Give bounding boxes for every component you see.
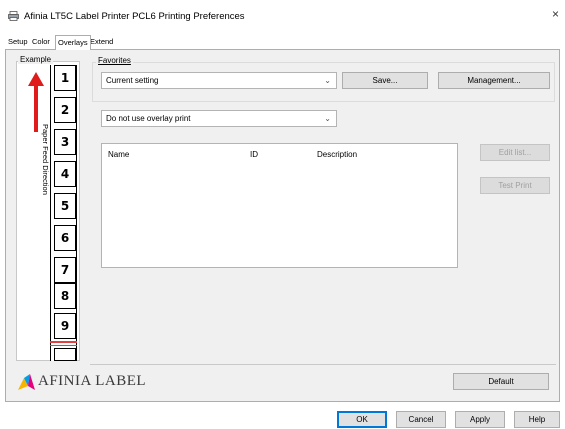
favorites-selected: Current setting (106, 76, 159, 85)
column-header-name[interactable]: Name (108, 150, 129, 159)
save-button[interactable]: Save... (342, 72, 428, 89)
management-button[interactable]: Management... (438, 72, 550, 89)
window-title: Afinia LT5C Label Printer PCL6 Printing … (24, 11, 245, 22)
feed-direction-label: Paper Feed Direction (41, 124, 50, 195)
overlay-list[interactable] (101, 143, 458, 268)
column-header-id[interactable]: ID (250, 150, 258, 159)
edit-list-button[interactable]: Edit list... (480, 144, 550, 161)
chevron-down-icon: ⌄ (324, 114, 331, 123)
ok-button[interactable]: OK (337, 411, 387, 428)
apply-button[interactable]: Apply (455, 411, 505, 428)
afinia-logo-icon (18, 374, 35, 390)
test-print-button[interactable]: Test Print (480, 177, 550, 194)
divider (90, 364, 556, 365)
chevron-down-icon: ⌄ (324, 76, 331, 85)
close-icon[interactable]: × (552, 8, 559, 20)
label-cell: 8 (54, 283, 76, 309)
column-header-description[interactable]: Description (317, 150, 357, 159)
label-boundary-marker (50, 345, 77, 346)
label-cell-partial (54, 348, 76, 361)
tab-extend[interactable]: Extend (88, 37, 115, 49)
label-cell: 3 (54, 129, 76, 155)
favorites-legend-text: Favorites (98, 56, 131, 65)
label-cell: 6 (54, 225, 76, 251)
cancel-button[interactable]: Cancel (396, 411, 446, 428)
help-button[interactable]: Help (514, 411, 560, 428)
printer-icon (8, 11, 19, 21)
example-label: Example (18, 55, 54, 64)
label-cell: 5 (54, 193, 76, 219)
favorites-dropdown[interactable]: Current setting ⌄ (101, 72, 337, 89)
tab-overlays[interactable]: Overlays (55, 35, 91, 50)
tab-color[interactable]: Color (30, 37, 52, 49)
favorites-legend: Favorites (96, 56, 133, 65)
feed-direction-arrow-icon (28, 72, 44, 132)
label-cell: 1 (54, 65, 76, 91)
label-cell: 9 (54, 313, 76, 339)
label-cell: 4 (54, 161, 76, 187)
label-cell: 7 (54, 257, 76, 283)
label-boundary-marker (50, 341, 77, 343)
overlay-mode-selected: Do not use overlay print (106, 114, 191, 123)
feed-direction-wrap: Paper Feed Direction (41, 124, 51, 204)
tab-setup[interactable]: Setup (6, 37, 30, 49)
label-cell: 2 (54, 97, 76, 123)
overlay-mode-dropdown[interactable]: Do not use overlay print ⌄ (101, 110, 337, 127)
afinia-logo-text: AFINIA LABEL (38, 373, 147, 389)
default-button[interactable]: Default (453, 373, 549, 390)
